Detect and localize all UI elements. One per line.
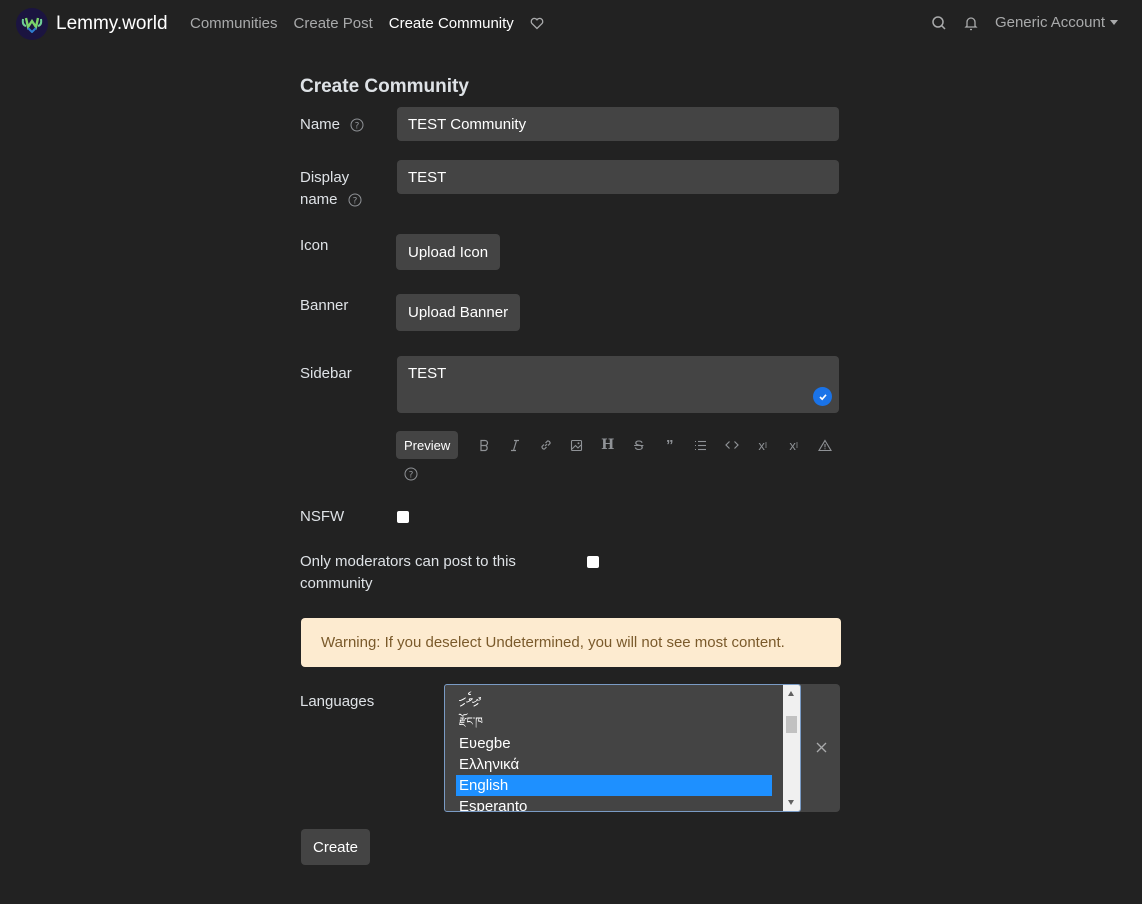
spoiler-warning-icon[interactable]: [809, 431, 840, 459]
svg-text:?: ?: [409, 471, 414, 481]
help-icon[interactable]: ?: [350, 118, 364, 132]
nsfw-checkbox[interactable]: [397, 511, 409, 523]
clear-languages-button[interactable]: [810, 736, 832, 758]
mod-only-checkbox[interactable]: [587, 556, 599, 568]
svg-text:?: ?: [352, 197, 357, 207]
bold-icon[interactable]: [468, 431, 499, 459]
header-icon[interactable]: H: [592, 431, 623, 459]
check-icon: [813, 387, 832, 406]
create-button[interactable]: Create: [301, 829, 371, 865]
nav-create-post[interactable]: Create Post: [294, 15, 373, 32]
nsfw-label: NSFW: [300, 508, 345, 525]
caret-down-icon: [1110, 20, 1118, 25]
mod-only-label: Only moderators can post to this communi…: [300, 551, 516, 595]
scroll-up-arrow-icon[interactable]: [788, 691, 794, 696]
display-name-input[interactable]: [397, 160, 839, 194]
nav-communities[interactable]: Communities: [190, 15, 278, 32]
italic-icon[interactable]: [499, 431, 530, 459]
image-icon[interactable]: [561, 431, 592, 459]
bell-icon[interactable]: [963, 15, 979, 31]
name-label: Name ?: [300, 114, 364, 136]
list-icon[interactable]: [685, 431, 716, 459]
quote-icon[interactable]: ”: [654, 431, 685, 459]
sidebar-label: Sidebar: [300, 365, 352, 382]
warning-text: Warning: If you deselect Undetermined, y…: [321, 634, 785, 651]
sidebar-textarea[interactable]: TEST: [397, 356, 839, 413]
banner-label: Banner: [300, 297, 349, 314]
language-option[interactable]: ދިވެހި: [456, 688, 772, 709]
search-icon[interactable]: [931, 15, 947, 31]
account-dropdown[interactable]: Generic Account: [995, 14, 1118, 31]
name-label-text: Name: [300, 116, 341, 133]
display-name-label-line1: Display: [300, 169, 350, 186]
nav-links: Communities Create Post Create Community: [190, 15, 544, 32]
close-icon: [816, 742, 826, 752]
preview-button[interactable]: Preview: [396, 431, 459, 459]
languages-scrollbar[interactable]: [783, 685, 800, 811]
languages-select[interactable]: ދިވެހި རྫོང་ཁ Eʋegbe Ελληνικά English Es…: [444, 684, 801, 812]
page-title: Create Community: [300, 76, 469, 97]
superscript-icon[interactable]: xI: [778, 431, 809, 459]
icon-label: Icon: [300, 237, 329, 254]
languages-group: ދިވެހި རྫོང་ཁ Eʋegbe Ελληνικά English Es…: [444, 684, 840, 812]
display-name-label: Display name ?: [300, 167, 362, 211]
nav-right: Generic Account: [931, 14, 1118, 31]
languages-label: Languages: [300, 693, 375, 710]
markdown-help-icon[interactable]: ?: [404, 467, 418, 485]
language-option[interactable]: Ελληνικά: [456, 754, 772, 775]
heart-icon[interactable]: [530, 17, 544, 30]
name-input[interactable]: [397, 107, 839, 141]
language-option[interactable]: Eʋegbe: [456, 733, 772, 754]
nav-create-community[interactable]: Create Community: [389, 15, 514, 32]
subscript-icon[interactable]: xI: [747, 431, 778, 459]
scrollbar-thumb[interactable]: [786, 716, 797, 733]
scroll-down-arrow-icon[interactable]: [788, 800, 794, 805]
display-name-label-line2: name: [300, 191, 338, 208]
language-option[interactable]: རྫོང་ཁ: [456, 712, 772, 733]
warning-alert: Warning: If you deselect Undetermined, y…: [301, 618, 841, 667]
mod-only-label-line1: Only moderators can post to this: [300, 553, 516, 570]
language-option-selected[interactable]: English: [456, 775, 772, 796]
strikethrough-icon[interactable]: S: [623, 431, 654, 459]
lemmy-logo-icon: [16, 8, 48, 40]
upload-banner-button[interactable]: Upload Banner: [396, 294, 521, 331]
brand-name[interactable]: Lemmy.world: [56, 13, 168, 35]
account-name: Generic Account: [994, 14, 1105, 31]
markdown-toolbar: Preview H S ” xI xI: [396, 431, 840, 459]
upload-icon-button[interactable]: Upload Icon: [396, 234, 501, 270]
mod-only-label-line2: community: [300, 575, 373, 592]
svg-text:?: ?: [355, 122, 360, 132]
code-icon[interactable]: [716, 431, 747, 459]
link-icon[interactable]: [530, 431, 561, 459]
navbar: Lemmy.world Communities Create Post Crea…: [0, 0, 1142, 50]
brand-link[interactable]: Lemmy.world: [16, 8, 168, 40]
sidebar-text: TEST: [408, 365, 447, 382]
language-option[interactable]: Esperanto: [456, 796, 772, 811]
help-icon[interactable]: ?: [348, 193, 362, 207]
